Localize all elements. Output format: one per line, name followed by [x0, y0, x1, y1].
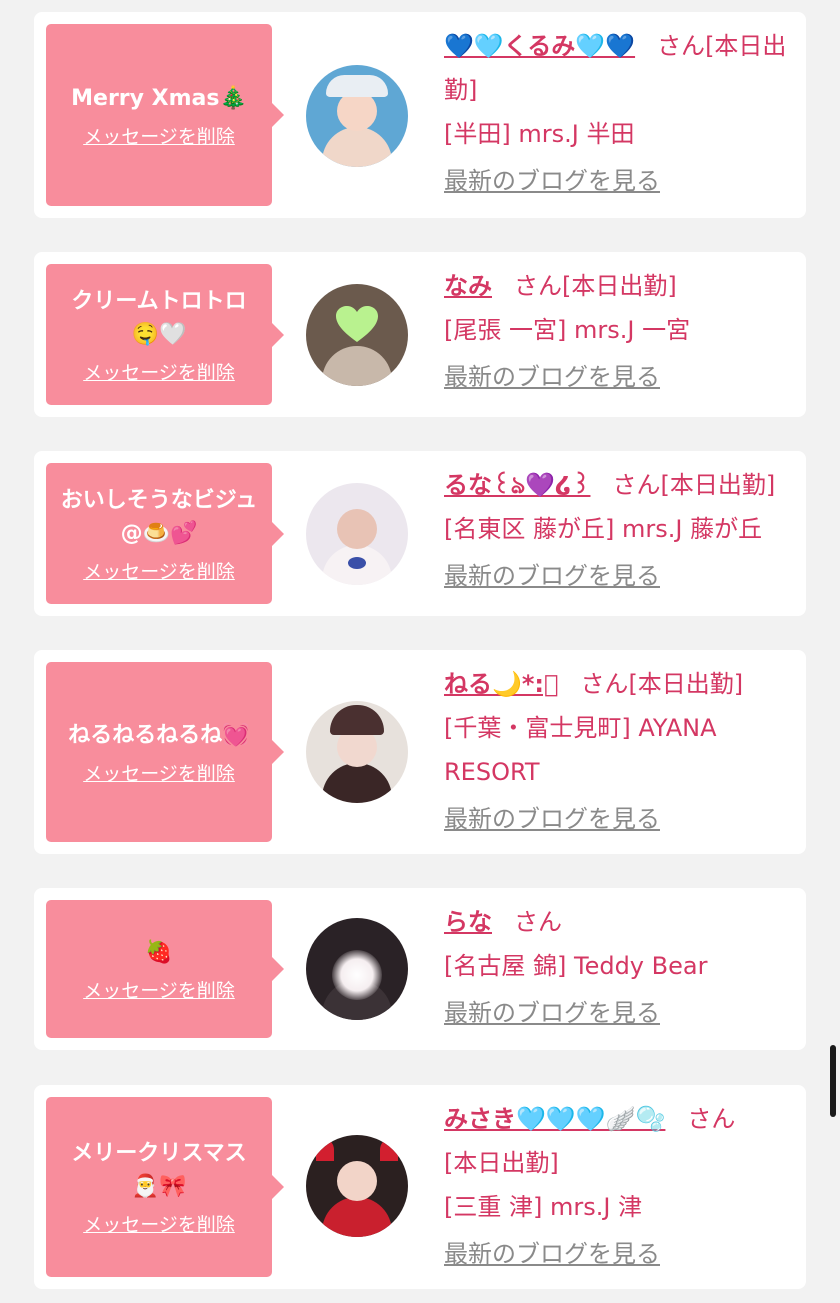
favorite-card: クリームトロトロ🤤🤍 メッセージを削除 なみ さん[本日出勤] [尾張 一宮] m…: [34, 252, 806, 417]
cast-name-link[interactable]: ねる🌙*:ﾟ: [444, 670, 558, 698]
honorific: さん: [657, 32, 706, 60]
message-bubble: ねるねるねるね💓 メッセージを削除: [46, 662, 284, 842]
cast-info: ねる🌙*:ﾟ さん[本日出勤] [千葉・富士見町] AYANA RESORT 最新…: [444, 662, 794, 834]
favorite-card: ねるねるねるね💓 メッセージを削除 ねる🌙*:ﾟ さん[本日出勤] [千葉・富士見…: [34, 650, 806, 854]
cast-info: なみ さん[本日出勤] [尾張 一宮] mrs.J 一宮 最新のブログを見る: [444, 264, 794, 392]
status-text: [本日出勤]: [444, 1149, 559, 1177]
message-text: Merry Xmas🎄: [71, 85, 247, 111]
favorite-card: Merry Xmas🎄 メッセージを削除 💙🩵くるみ🩵💙 さん[本日出勤] [半田…: [34, 12, 806, 218]
honorific: さん: [687, 1105, 736, 1133]
delete-message-link[interactable]: メッセージを削除: [83, 560, 235, 584]
latest-blog-link[interactable]: 最新のブログを見る: [444, 804, 660, 834]
cast-name-link[interactable]: 💙🩵くるみ🩵💙: [444, 32, 635, 60]
shop-text: [半田] mrs.J 半田: [444, 120, 635, 148]
status-text: [本日出勤]: [660, 471, 776, 499]
message-text: おいしそうなビジュ@🍮💕: [60, 487, 258, 546]
avatar[interactable]: [306, 483, 408, 585]
cast-name-link[interactable]: なみ: [444, 272, 492, 300]
cast-info: るな꒰ঌ💜໒꒱ さん[本日出勤] [名東区 藤が丘] mrs.J 藤が丘 最新のブ…: [444, 463, 794, 591]
delete-message-link[interactable]: メッセージを削除: [83, 125, 235, 149]
message-bubble: メリークリスマス🎅🎀 メッセージを削除: [46, 1097, 284, 1277]
message-text: ねるねるねるね💓: [68, 722, 250, 748]
shop-text: [尾張 一宮] mrs.J 一宮: [444, 316, 691, 344]
latest-blog-link[interactable]: 最新のブログを見る: [444, 362, 660, 392]
cast-name-link[interactable]: るな꒰ঌ💜໒꒱: [444, 471, 590, 499]
avatar[interactable]: [306, 701, 408, 803]
honorific: さん: [514, 272, 562, 300]
latest-blog-link[interactable]: 最新のブログを見る: [444, 998, 660, 1028]
cast-name-link[interactable]: みさき🩵🩵🩵🪽🫧: [444, 1105, 665, 1133]
message-text: クリームトロトロ🤤🤍: [71, 288, 247, 347]
honorific: さん: [514, 908, 562, 936]
favorite-card: おいしそうなビジュ@🍮💕 メッセージを削除 るな꒰ঌ💜໒꒱ さん[本日出勤] [名…: [34, 451, 806, 616]
favorite-card: メリークリスマス🎅🎀 メッセージを削除 みさき🩵🩵🩵🪽🫧 さん [本日出勤] [三…: [34, 1085, 806, 1289]
status-text: [本日出勤]: [562, 272, 677, 300]
shop-text: [名東区 藤が丘] mrs.J 藤が丘: [444, 515, 763, 543]
avatar[interactable]: [306, 284, 408, 386]
status-text: [本日出勤]: [628, 670, 744, 698]
message-bubble: おいしそうなビジュ@🍮💕 メッセージを削除: [46, 463, 284, 604]
message-text: メリークリスマス🎅🎀: [71, 1141, 247, 1199]
avatar[interactable]: [306, 1135, 408, 1237]
avatar[interactable]: [306, 65, 408, 167]
shop-text: [名古屋 錦] Teddy Bear: [444, 952, 708, 980]
cast-info: みさき🩵🩵🩵🪽🫧 さん [本日出勤] [三重 津] mrs.J 津 最新のブログを…: [444, 1097, 794, 1269]
heart-sticker-icon: [336, 306, 378, 342]
scrollbar[interactable]: [830, 1045, 836, 1117]
honorific: さん: [580, 670, 629, 698]
latest-blog-link[interactable]: 最新のブログを見る: [444, 561, 660, 591]
message-bubble: 🍓 メッセージを削除: [46, 900, 284, 1038]
honorific: さん: [612, 471, 661, 499]
delete-message-link[interactable]: メッセージを削除: [83, 361, 235, 385]
cast-info: らな さん [名古屋 錦] Teddy Bear 最新のブログを見る: [444, 900, 794, 1028]
message-bubble: クリームトロトロ🤤🤍 メッセージを削除: [46, 264, 284, 405]
latest-blog-link[interactable]: 最新のブログを見る: [444, 1239, 660, 1269]
avatar[interactable]: [306, 918, 408, 1020]
delete-message-link[interactable]: メッセージを削除: [83, 979, 235, 1003]
shop-text: [千葉・富士見町] AYANA RESORT: [444, 714, 717, 786]
latest-blog-link[interactable]: 最新のブログを見る: [444, 166, 660, 196]
message-bubble: Merry Xmas🎄 メッセージを削除: [46, 24, 284, 206]
shop-text: [三重 津] mrs.J 津: [444, 1193, 643, 1221]
delete-message-link[interactable]: メッセージを削除: [83, 1213, 235, 1237]
cast-info: 💙🩵くるみ🩵💙 さん[本日出勤] [半田] mrs.J 半田 最新のブログを見る: [444, 24, 794, 196]
cast-name-link[interactable]: らな: [444, 908, 492, 936]
delete-message-link[interactable]: メッセージを削除: [83, 762, 235, 786]
message-text: 🍓: [145, 939, 173, 965]
favorite-card: 🍓 メッセージを削除 らな さん [名古屋 錦] Teddy Bear 最新のブロ…: [34, 888, 806, 1050]
